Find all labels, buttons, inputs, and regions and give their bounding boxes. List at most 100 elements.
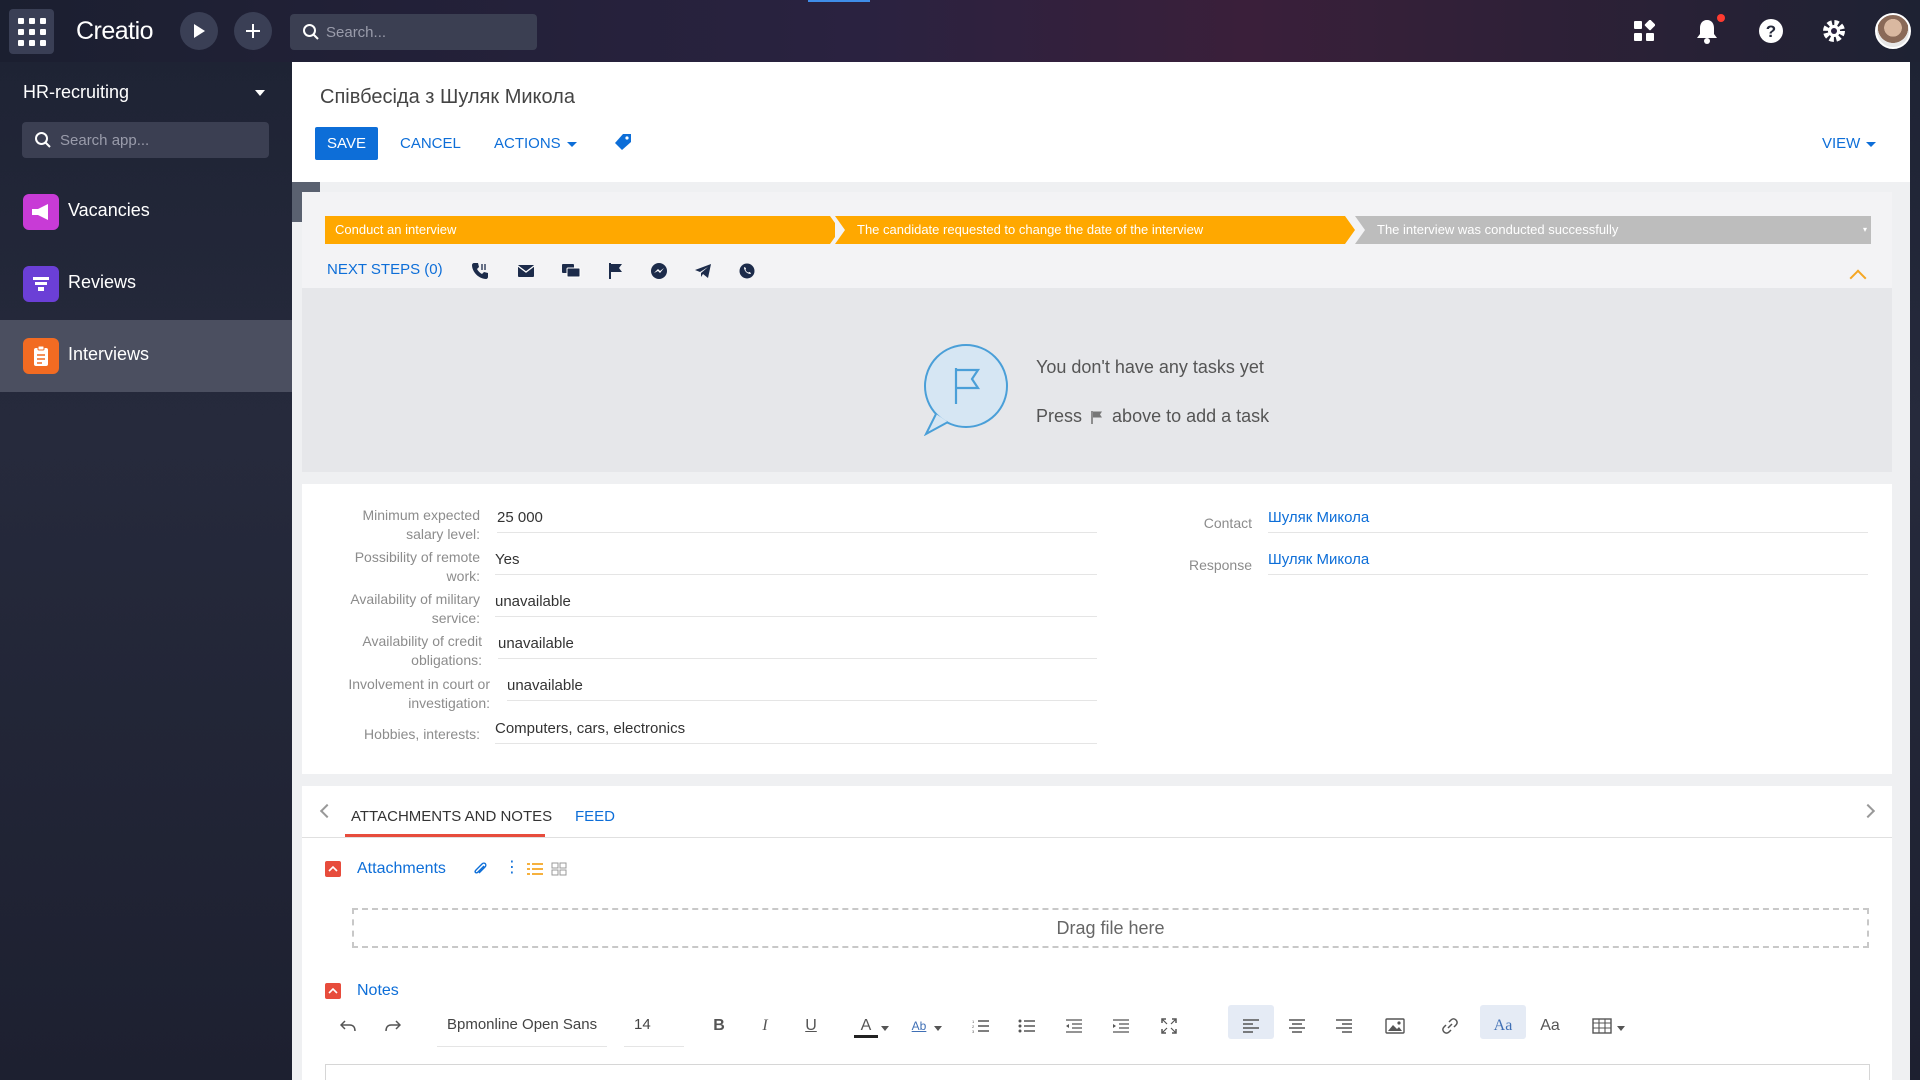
fullscreen-icon[interactable] <box>1157 1016 1181 1036</box>
font-size-select[interactable]: 14 <box>634 1016 651 1033</box>
email-icon[interactable] <box>516 261 536 281</box>
font-family-underline <box>437 1046 607 1047</box>
telegram-icon[interactable] <box>693 261 713 281</box>
page-title: Співбесіда з Шуляк Микола <box>320 86 575 108</box>
global-search[interactable] <box>290 14 537 50</box>
field-value-remote[interactable]: Yes <box>495 545 1097 575</box>
field-value-military[interactable]: unavailable <box>495 587 1097 617</box>
chevron-down-icon[interactable] <box>255 90 265 96</box>
hint-suffix: above to add a task <box>1112 406 1270 426</box>
help-button[interactable]: ? <box>1756 16 1786 46</box>
empty-tasks-illustration <box>922 344 1012 441</box>
underline-icon[interactable]: U <box>799 1016 823 1036</box>
indent-icon[interactable] <box>1109 1016 1133 1036</box>
undo-icon[interactable] <box>336 1016 360 1036</box>
notes-title[interactable]: Notes <box>357 982 399 1000</box>
workplace-title[interactable]: HR-recruiting <box>23 82 129 103</box>
stage-date-change[interactable]: The candidate requested to change the da… <box>835 216 1355 244</box>
settings-button[interactable] <box>1819 16 1849 46</box>
svg-text:3: 3 <box>972 1029 975 1033</box>
tag-button[interactable] <box>614 133 632 155</box>
field-value-hobbies[interactable]: Computers, cars, electronics <box>495 714 1097 744</box>
sidebar-item-interviews[interactable]: Interviews <box>0 320 292 392</box>
field-value-contact[interactable]: Шуляк Микола <box>1268 503 1868 533</box>
chevron-down-icon[interactable] <box>934 1026 942 1031</box>
empty-tasks-title: You don't have any tasks yet <box>1036 357 1264 377</box>
actions-button[interactable]: ACTIONS <box>494 135 577 152</box>
table-icon[interactable] <box>1590 1016 1614 1036</box>
paperclip-icon[interactable] <box>472 861 488 882</box>
messenger-icon[interactable] <box>649 261 669 281</box>
sidebar-item-vacancies[interactable]: Vacancies <box>0 176 292 248</box>
font-color-icon[interactable]: A <box>854 1016 878 1038</box>
notes-collapse-icon[interactable] <box>325 983 341 999</box>
redo-icon[interactable] <box>381 1016 405 1036</box>
text-case-icon[interactable]: Aa <box>1491 1016 1515 1036</box>
tile-view-icon[interactable] <box>551 862 567 881</box>
save-button[interactable]: SAVE <box>315 127 378 160</box>
add-button[interactable] <box>234 12 272 50</box>
clipboard-icon <box>23 338 59 374</box>
attachments-collapse-icon[interactable] <box>325 861 341 877</box>
outdent-icon[interactable] <box>1062 1016 1086 1036</box>
run-process-button[interactable] <box>180 12 218 50</box>
bullet-list-icon[interactable] <box>1015 1016 1039 1036</box>
bold-icon[interactable]: B <box>707 1016 731 1036</box>
highlight-icon[interactable]: Ab <box>907 1016 931 1036</box>
stage-conduct-interview[interactable]: Conduct an interview <box>325 216 835 244</box>
app-hub-button[interactable] <box>1629 16 1659 46</box>
tabs-scroll-right[interactable] <box>1860 803 1876 819</box>
tabs-scroll-left[interactable] <box>319 803 335 819</box>
svg-text:?: ? <box>1766 22 1776 41</box>
field-value-court[interactable]: unavailable <box>507 671 1097 701</box>
flag-icon[interactable] <box>606 261 626 281</box>
call-icon[interactable] <box>470 261 490 281</box>
font-family-select[interactable]: Bpmonline Open Sans <box>447 1016 597 1033</box>
cancel-button[interactable]: CANCEL <box>400 135 461 152</box>
chevron-down-icon[interactable] <box>1617 1026 1625 1031</box>
field-label-salary: Minimum expected salary level: <box>362 507 481 542</box>
attachments-title[interactable]: Attachments <box>357 860 446 878</box>
view-label: VIEW <box>1822 135 1861 152</box>
notification-badge <box>1717 14 1725 22</box>
align-center-icon[interactable] <box>1285 1016 1309 1036</box>
clear-format-icon[interactable]: Aa <box>1538 1016 1562 1036</box>
apps-menu-button[interactable] <box>9 9 54 54</box>
sidebar-item-reviews[interactable]: Reviews <box>0 248 292 320</box>
align-right-icon[interactable] <box>1332 1016 1356 1036</box>
next-steps-label[interactable]: NEXT STEPS (0) <box>327 261 443 278</box>
gear-icon <box>1823 20 1845 42</box>
user-avatar[interactable] <box>1875 13 1911 49</box>
stage-success[interactable]: The interview was conducted successfully… <box>1355 216 1871 244</box>
field-value-credit[interactable]: unavailable <box>498 629 1097 659</box>
tab-feed[interactable]: FEED <box>575 808 615 825</box>
field-label-remote: Possibility of remote work: <box>354 549 480 584</box>
image-icon[interactable] <box>1383 1016 1407 1036</box>
chevron-down-icon[interactable] <box>881 1026 889 1031</box>
link-icon[interactable] <box>1438 1016 1462 1036</box>
logo: Creatio <box>76 17 154 45</box>
search-icon <box>303 24 319 40</box>
field-label-court: Involvement in court or investigation: <box>348 676 490 711</box>
global-search-input[interactable] <box>326 14 526 50</box>
plus-icon <box>246 24 260 38</box>
more-options-icon[interactable]: ⋮ <box>504 860 520 876</box>
app-search-input[interactable] <box>60 122 260 158</box>
align-left-icon[interactable] <box>1239 1016 1263 1036</box>
whatsapp-icon[interactable] <box>737 261 757 281</box>
chat-icon[interactable] <box>561 261 581 281</box>
file-dropzone[interactable]: Drag file here <box>352 908 1869 948</box>
notes-editor[interactable] <box>325 1064 1870 1080</box>
ordered-list-icon[interactable]: 123 <box>969 1016 993 1036</box>
chevron-down-icon[interactable]: ▾ <box>1863 216 1867 244</box>
field-value-salary[interactable]: 25 000 <box>497 503 1097 533</box>
tab-attachments-notes[interactable]: ATTACHMENTS AND NOTES <box>351 808 552 825</box>
sidebar-item-label: Interviews <box>68 344 150 364</box>
sidebar: HR-recruiting Vacancies Reviews Intervie… <box>0 62 292 1080</box>
list-view-icon[interactable] <box>526 862 544 881</box>
field-label-contact: Contact <box>1203 515 1252 531</box>
italic-icon[interactable]: I <box>753 1016 777 1036</box>
field-value-response[interactable]: Шуляк Микола <box>1268 545 1868 575</box>
view-button[interactable]: VIEW <box>1822 135 1877 152</box>
app-search[interactable] <box>22 122 269 158</box>
